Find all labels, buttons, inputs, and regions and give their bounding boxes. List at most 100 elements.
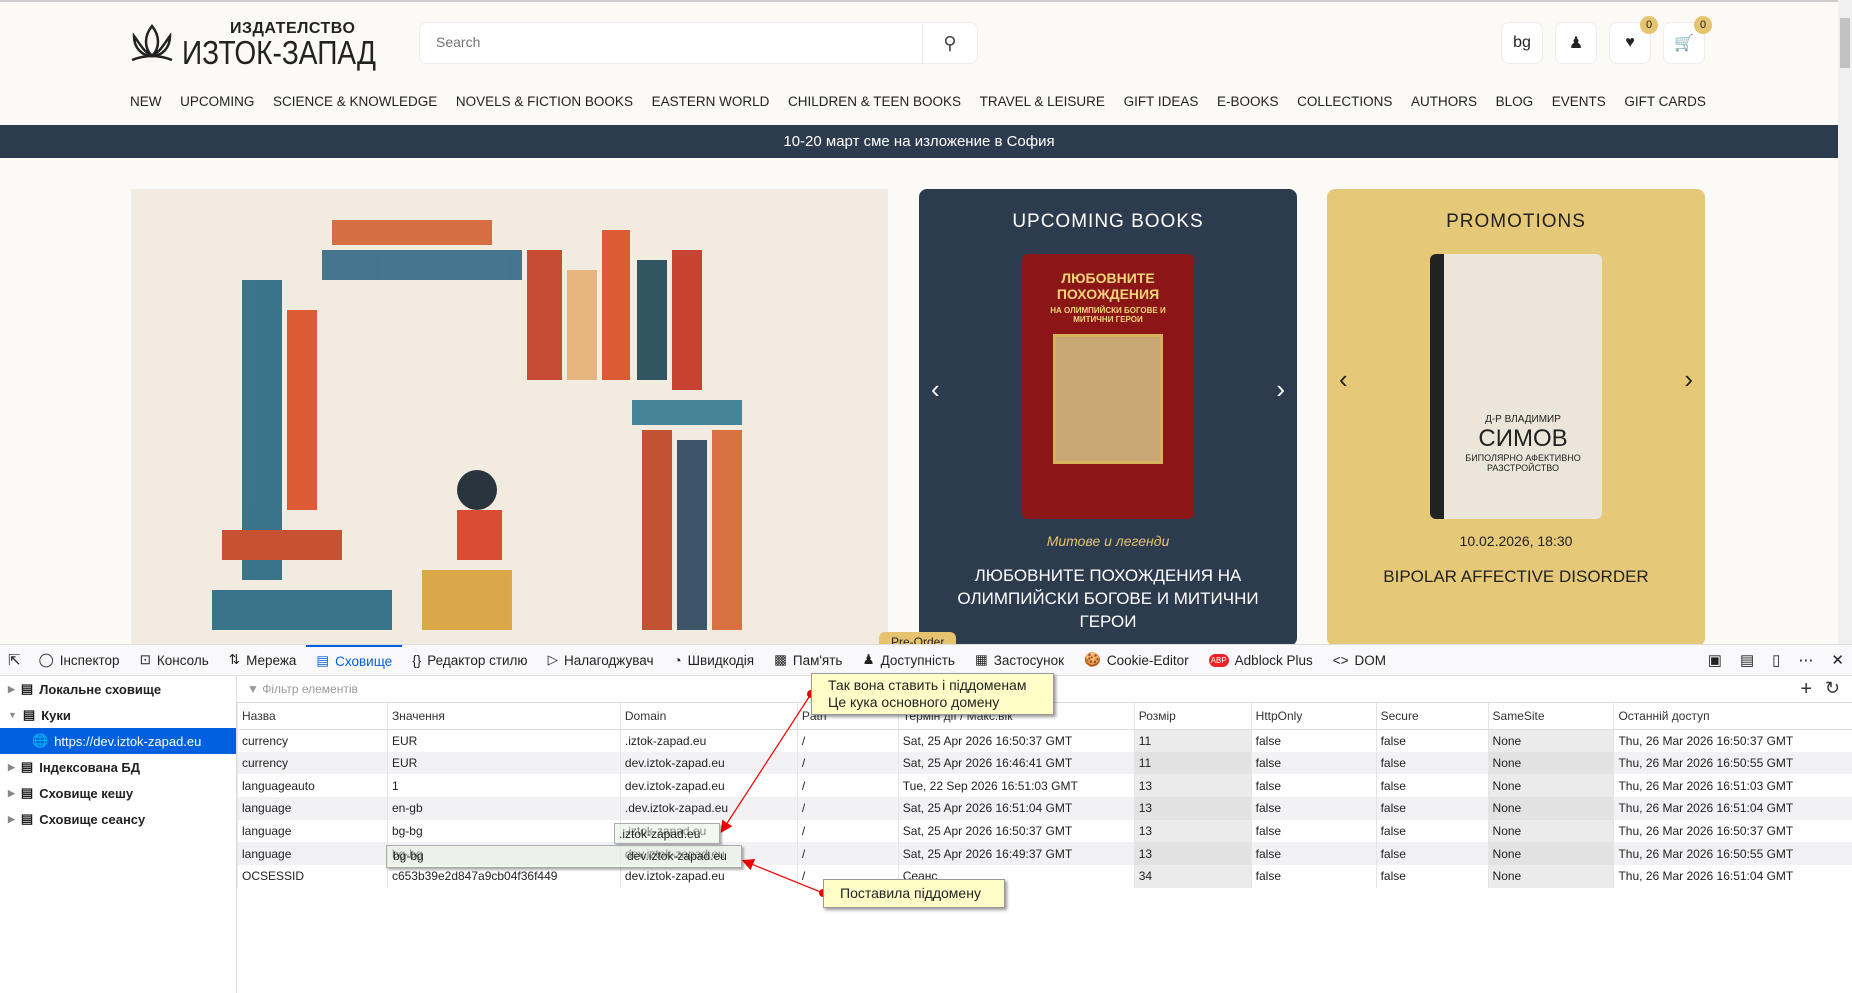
devtools-tab[interactable]: ▦ Застосунок (965, 645, 1074, 676)
table-cell: Thu, 26 Mar 2026 16:51:03 GMT (1613, 774, 1852, 798)
announcement-banner: 10-20 март сме на изложение в София (0, 125, 1838, 158)
table-row[interactable]: currency EUR .iztok-zapad.eu / Sat, 25 Apr 2… (237, 729, 1852, 752)
user-icon: ♟ (1568, 35, 1584, 52)
carousel-next-arrow[interactable]: › (1276, 374, 1285, 405)
column-header[interactable]: Secure (1375, 703, 1489, 730)
nav-item[interactable]: UPCOMING (180, 94, 254, 109)
nav-item[interactable]: E-BOOKS (1217, 94, 1279, 109)
devtools-tab[interactable]: ▤ Сховище (306, 644, 403, 676)
page-scrollbar[interactable] (1838, 0, 1852, 644)
table-row[interactable]: currency EUR dev.iztok-zapad.eu / Sat, 25 Ap… (237, 751, 1852, 775)
storage-tree-item[interactable]: ▶ ▤ Локальне сховище (0, 676, 236, 702)
nav-item[interactable]: GIFT CARDS (1624, 94, 1706, 109)
nav-item[interactable]: AUTHORS (1411, 94, 1477, 109)
table-cell: language (237, 819, 388, 843)
table-row[interactable]: OCSESSID c653b39e2d847a9cb04f36f449 dev.iz… (237, 865, 1852, 888)
table-cell: false (1375, 842, 1489, 866)
carousel-prev-arrow[interactable]: ‹ (1339, 364, 1348, 395)
search-box: ⚲ (419, 22, 978, 64)
table-cell: false (1375, 774, 1489, 798)
table-cell: EUR (386, 729, 621, 752)
column-header[interactable]: Назва (237, 703, 388, 730)
storage-tree-item[interactable]: ▶ ▤ Сховище сеансу (0, 806, 236, 832)
carousel-next-arrow[interactable]: › (1684, 364, 1693, 395)
nav-item[interactable]: BLOG (1496, 94, 1534, 109)
lotus-icon (131, 24, 173, 62)
storage-tree-item[interactable]: ▶ ▤ Сховище кешу (0, 780, 236, 806)
devtools-tab[interactable]: ⇅ Мережа (219, 645, 307, 676)
cover-title: ЛЮБОВНИТЕ ПОХОЖДЕНИЯ (1056, 270, 1160, 302)
table-cell: None (1487, 865, 1614, 888)
table-cell: Sat, 25 Apr 2026 16:51:04 GMT (897, 797, 1135, 820)
table-cell: OCSESSID (237, 865, 388, 888)
table-cell: Thu, 26 Mar 2026 16:50:37 GMT (1613, 819, 1852, 843)
storage-tree-item[interactable]: ▼ ▤ Куки (0, 702, 236, 728)
tab-icon: ▦ (974, 652, 988, 667)
nav-item[interactable]: SCIENCE & KNOWLEDGE (273, 94, 437, 109)
logo[interactable]: ИЗДАТЕЛСТВО ИЗТОК-ЗАПАД (130, 20, 405, 71)
nav-item[interactable]: GIFT IDEAS (1124, 94, 1199, 109)
table-cell: Sat, 25 Apr 2026 16:50:37 GMT (897, 819, 1135, 843)
table-cell: / (796, 819, 899, 843)
search-button[interactable]: ⚲ (922, 23, 977, 63)
language-button[interactable]: bg (1501, 22, 1543, 64)
table-cell: currency (237, 751, 388, 775)
devtools-tab[interactable]: {} Редактор стилю (402, 645, 537, 676)
search-input[interactable] (436, 34, 876, 50)
hero-image[interactable] (131, 189, 888, 646)
devtools-tab[interactable]: ▩ Пам'ять (764, 645, 852, 676)
ruler-icon[interactable]: ▤ (1740, 651, 1754, 669)
nav-item[interactable]: COLLECTIONS (1297, 94, 1392, 109)
book-title[interactable]: ЛЮБОВНИТЕ ПОХОЖДЕНИЯ НА ОЛИМПИЙСКИ БОГОВ… (949, 564, 1267, 633)
more-options-icon[interactable]: ⋯ (1798, 651, 1813, 669)
tree-item-label: Індексована БД (39, 759, 141, 775)
devtools-tab[interactable]: ♟ Доступність (852, 645, 964, 676)
language-label: bg (1513, 34, 1531, 51)
column-header[interactable]: Останній доступ (1613, 703, 1852, 730)
column-header[interactable]: Розмір (1133, 703, 1252, 730)
devtools-tab[interactable]: ◔ Швидкодія (664, 645, 765, 676)
account-button[interactable]: ♟ (1555, 22, 1597, 64)
devtools-tab[interactable]: ⊡ Консоль (130, 645, 219, 676)
carousel-prev-arrow[interactable]: ‹ (931, 374, 940, 405)
column-header[interactable]: SameSite (1487, 703, 1614, 730)
book-title[interactable]: BIPOLAR AFFECTIVE DISORDER (1327, 567, 1705, 587)
table-row[interactable]: languageauto 1 dev.iztok-zapad.eu / Tue, 22 … (237, 774, 1852, 798)
nav-item[interactable]: CHILDREN & TEEN BOOKS (788, 94, 961, 109)
book-cover[interactable]: Д-Р ВЛАДИМИР СИМОВ БИПОЛЯРНО АФЕКТИВНО Р… (1430, 254, 1602, 519)
globe-icon: 🌐 (32, 733, 49, 748)
table-row[interactable]: languagebg-bg.iztok-zapad.eu /Sat, 25 Apr… (237, 819, 1852, 843)
cover-author: Д-Р ВЛАДИМИР (1485, 414, 1561, 425)
cover-subtitle: НА ОЛИМПИЙСКИ БОГОВЕ И МИТИЧНИ ГЕРОИ (1050, 306, 1166, 324)
table-row[interactable]: language en-gb .dev.iztok-zapad.eu / Sat, 25… (237, 797, 1852, 820)
add-icon[interactable]: + (1800, 678, 1812, 701)
wishlist-button[interactable]: ♥ 0 (1609, 16, 1658, 64)
devtools-tab[interactable]: 🍪 Cookie-Editor (1074, 645, 1199, 676)
responsive-design-icon[interactable]: ▯ (1772, 651, 1780, 669)
nav-item[interactable]: NOVELS & FICTION BOOKS (456, 94, 633, 109)
tab-label: Cookie-Editor (1106, 652, 1189, 668)
logo-title: ИЗТОК-ЗАПАД (182, 34, 376, 71)
devtools-tab[interactable]: ◯ Інспектор (29, 645, 130, 676)
storage-tree-item[interactable]: ▶ ▤ Індексована БД (0, 754, 236, 780)
column-header[interactable]: Значення (386, 703, 621, 730)
nav-item[interactable]: EASTERN WORLD (652, 94, 770, 109)
close-icon[interactable]: ✕ (1831, 651, 1844, 669)
storage-icon: ▤ (22, 707, 36, 722)
devtools-tab[interactable]: ABP Adblock Plus (1199, 645, 1323, 676)
screenshot-icon[interactable]: ▣ (1708, 651, 1722, 669)
element-picker-icon[interactable]: ⇱ (0, 651, 29, 669)
refresh-icon[interactable]: ↻ (1825, 678, 1840, 699)
book-cover[interactable]: ЛЮБОВНИТЕ ПОХОЖДЕНИЯ НА ОЛИМПИЙСКИ БОГОВ… (1022, 254, 1194, 519)
nav-item[interactable]: NEW (130, 94, 162, 109)
column-header[interactable]: Domain (619, 703, 798, 730)
storage-tree-item[interactable]: 🌐 https://dev.iztok-zapad.eu (0, 728, 236, 754)
devtools-tab[interactable]: <> DOM (1323, 645, 1396, 676)
cart-button[interactable]: 🛒 0 (1663, 16, 1712, 64)
nav-item[interactable]: EVENTS (1552, 94, 1606, 109)
upcoming-books-panel: UPCOMING BOOKS ЛЮБОВНИТЕ ПОХОЖДЕНИЯ НА О… (879, 189, 1297, 652)
column-header[interactable]: HttpOnly (1250, 703, 1377, 730)
nav-item[interactable]: TRAVEL & LEISURE (980, 94, 1105, 109)
table-cell: false (1250, 774, 1377, 798)
devtools-tab[interactable]: ▷ Налагоджувач (538, 645, 664, 676)
